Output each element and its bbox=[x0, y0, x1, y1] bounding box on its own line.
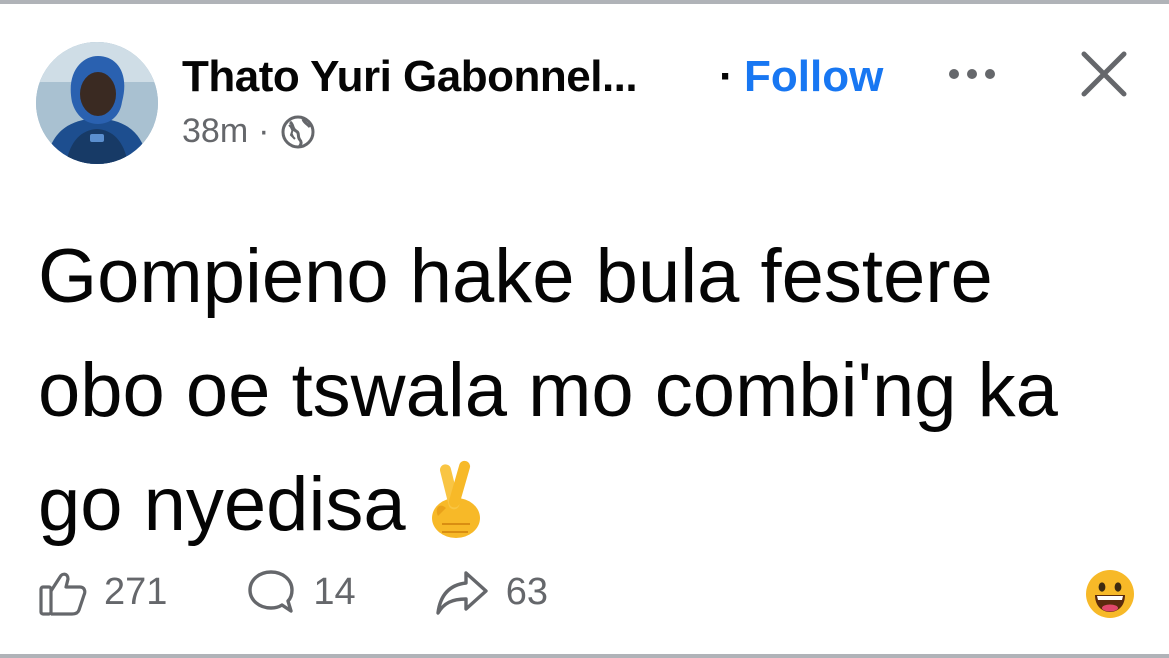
more-options-icon[interactable] bbox=[944, 62, 1000, 86]
like-button[interactable]: 271 bbox=[38, 567, 167, 617]
comment-button[interactable]: 14 bbox=[245, 566, 356, 618]
close-icon[interactable] bbox=[1078, 48, 1130, 100]
avatar[interactable] bbox=[36, 42, 158, 164]
action-bar: 271 14 63 bbox=[38, 562, 626, 622]
author-name[interactable]: Thato Yuri Gabonnel... bbox=[182, 52, 638, 102]
post-text: Gompieno hake bula festere obo oe tswala… bbox=[38, 220, 1118, 562]
share-button[interactable]: 63 bbox=[434, 567, 548, 617]
post-text-body: Gompieno hake bula festere obo oe tswala… bbox=[38, 234, 1058, 547]
top-divider bbox=[0, 0, 1169, 4]
grinning-face-icon[interactable] bbox=[1084, 568, 1136, 620]
follow-button[interactable]: Follow bbox=[744, 52, 883, 102]
crossed-fingers-icon bbox=[424, 456, 486, 540]
globe-icon bbox=[279, 113, 317, 151]
thumbs-up-icon bbox=[38, 567, 88, 617]
like-count: 271 bbox=[104, 570, 168, 613]
share-icon bbox=[434, 567, 490, 617]
meta-separator: · bbox=[258, 112, 270, 150]
comment-icon bbox=[245, 566, 297, 618]
post-meta: 38m · bbox=[182, 112, 317, 151]
post-time[interactable]: 38m bbox=[182, 112, 248, 151]
share-count: 63 bbox=[505, 570, 548, 613]
header-separator: · bbox=[719, 52, 734, 101]
comment-count: 14 bbox=[313, 570, 356, 613]
bottom-divider bbox=[0, 654, 1169, 658]
